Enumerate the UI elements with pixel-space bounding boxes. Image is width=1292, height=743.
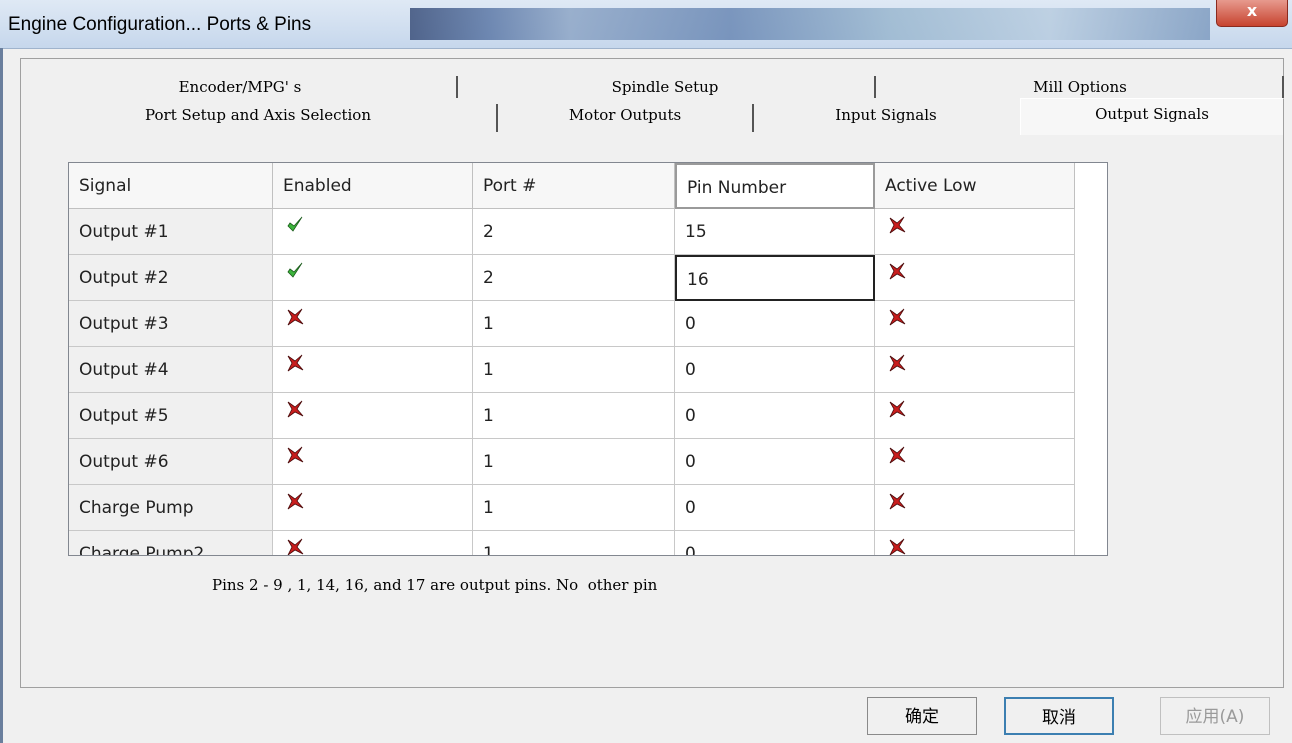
- cell-signal[interactable]: Charge Pump2: [69, 531, 273, 555]
- cell-signal[interactable]: Charge Pump: [69, 485, 273, 531]
- cell-active-low[interactable]: [875, 209, 1075, 255]
- column-header-active-low[interactable]: Active Low: [875, 163, 1075, 209]
- cell-enabled[interactable]: [273, 301, 473, 347]
- title-bar: Engine Configuration... Ports & Pins x: [0, 0, 1292, 49]
- cell-port[interactable]: 1: [473, 439, 675, 485]
- tab-output-signals[interactable]: Output Signals: [1020, 98, 1284, 135]
- apply-button[interactable]: 应用(A): [1160, 697, 1270, 735]
- red-x-icon[interactable]: [887, 491, 907, 511]
- tab-separator: [456, 76, 458, 98]
- red-x-icon[interactable]: [887, 215, 907, 235]
- cell-port[interactable]: 1: [473, 393, 675, 439]
- red-x-icon[interactable]: [285, 537, 305, 556]
- red-x-icon[interactable]: [887, 399, 907, 419]
- cell-pin-number[interactable]: 0: [675, 347, 875, 393]
- cell-enabled[interactable]: [273, 531, 473, 556]
- cell-pin-number[interactable]: 0: [675, 301, 875, 347]
- cell-enabled[interactable]: [273, 439, 473, 485]
- cell-pin-number[interactable]: 0: [675, 531, 875, 555]
- red-x-icon[interactable]: [285, 491, 305, 511]
- cell-pin-number[interactable]: 0: [675, 439, 875, 485]
- tab-separator: [496, 104, 498, 132]
- cell-enabled[interactable]: [273, 347, 473, 393]
- column-header-enabled[interactable]: Enabled: [273, 163, 473, 209]
- green-check-icon[interactable]: [285, 261, 305, 281]
- tab-separator: [1282, 76, 1284, 98]
- red-x-icon[interactable]: [285, 353, 305, 373]
- cell-pin-number[interactable]: 16: [675, 255, 875, 301]
- red-x-icon[interactable]: [285, 399, 305, 419]
- red-x-icon[interactable]: [887, 353, 907, 373]
- cell-signal[interactable]: Output #4: [69, 347, 273, 393]
- cell-pin-number[interactable]: 0: [675, 393, 875, 439]
- cell-active-low[interactable]: [875, 347, 1075, 393]
- close-button[interactable]: x: [1216, 0, 1288, 27]
- ok-button[interactable]: 确定: [867, 697, 977, 735]
- cell-active-low[interactable]: [875, 393, 1075, 439]
- tab-encoder-mpg[interactable]: Encoder/MPG' s: [30, 72, 450, 102]
- cell-active-low[interactable]: [875, 301, 1075, 347]
- cell-signal[interactable]: Output #2: [69, 255, 273, 301]
- cell-enabled[interactable]: [273, 485, 473, 531]
- cell-port[interactable]: 1: [473, 301, 675, 347]
- cell-enabled[interactable]: [273, 255, 473, 301]
- cell-port[interactable]: 1: [473, 347, 675, 393]
- cell-port[interactable]: 1: [473, 485, 675, 531]
- column-header-port[interactable]: Port #: [473, 163, 675, 209]
- window-left-edge: [0, 48, 3, 743]
- red-x-icon[interactable]: [887, 261, 907, 281]
- pin-note: Pins 2 - 9 , 1, 14, 16, and 17 are outpu…: [212, 576, 658, 594]
- cell-enabled[interactable]: [273, 393, 473, 439]
- cell-pin-number[interactable]: 15: [675, 209, 875, 255]
- cell-pin-number[interactable]: 0: [675, 485, 875, 531]
- tab-input-signals[interactable]: Input Signals: [756, 100, 1016, 130]
- tab-motor-outputs[interactable]: Motor Outputs: [500, 100, 750, 130]
- cell-signal[interactable]: Output #5: [69, 393, 273, 439]
- cell-signal[interactable]: Output #1: [69, 209, 273, 255]
- cancel-button[interactable]: 取消: [1004, 697, 1114, 735]
- cell-signal[interactable]: Output #3: [69, 301, 273, 347]
- tab-port-setup[interactable]: Port Setup and Axis Selection: [30, 100, 486, 130]
- cell-port[interactable]: 2: [473, 209, 675, 255]
- cell-active-low[interactable]: [875, 531, 1075, 556]
- cell-signal[interactable]: Output #6: [69, 439, 273, 485]
- column-header-pin-number[interactable]: Pin Number: [675, 163, 875, 209]
- window-title: Engine Configuration... Ports & Pins: [8, 14, 312, 35]
- tab-separator: [752, 104, 754, 132]
- column-header-signal[interactable]: Signal: [69, 163, 273, 209]
- output-signals-grid: Signal Enabled Port # Pin Number Active …: [68, 162, 1108, 556]
- tab-separator: [874, 76, 876, 98]
- cell-active-low[interactable]: [875, 255, 1075, 301]
- cell-active-low[interactable]: [875, 485, 1075, 531]
- red-x-icon[interactable]: [887, 445, 907, 465]
- red-x-icon[interactable]: [285, 307, 305, 327]
- cell-enabled[interactable]: [273, 209, 473, 255]
- green-check-icon[interactable]: [285, 215, 305, 235]
- red-x-icon[interactable]: [887, 307, 907, 327]
- cell-active-low[interactable]: [875, 439, 1075, 485]
- title-background-decoration: [410, 8, 1210, 40]
- cell-port[interactable]: 1: [473, 531, 675, 555]
- tab-spindle-setup[interactable]: Spindle Setup: [460, 72, 870, 102]
- red-x-icon[interactable]: [285, 445, 305, 465]
- red-x-icon[interactable]: [887, 537, 907, 556]
- cell-port[interactable]: 2: [473, 255, 675, 301]
